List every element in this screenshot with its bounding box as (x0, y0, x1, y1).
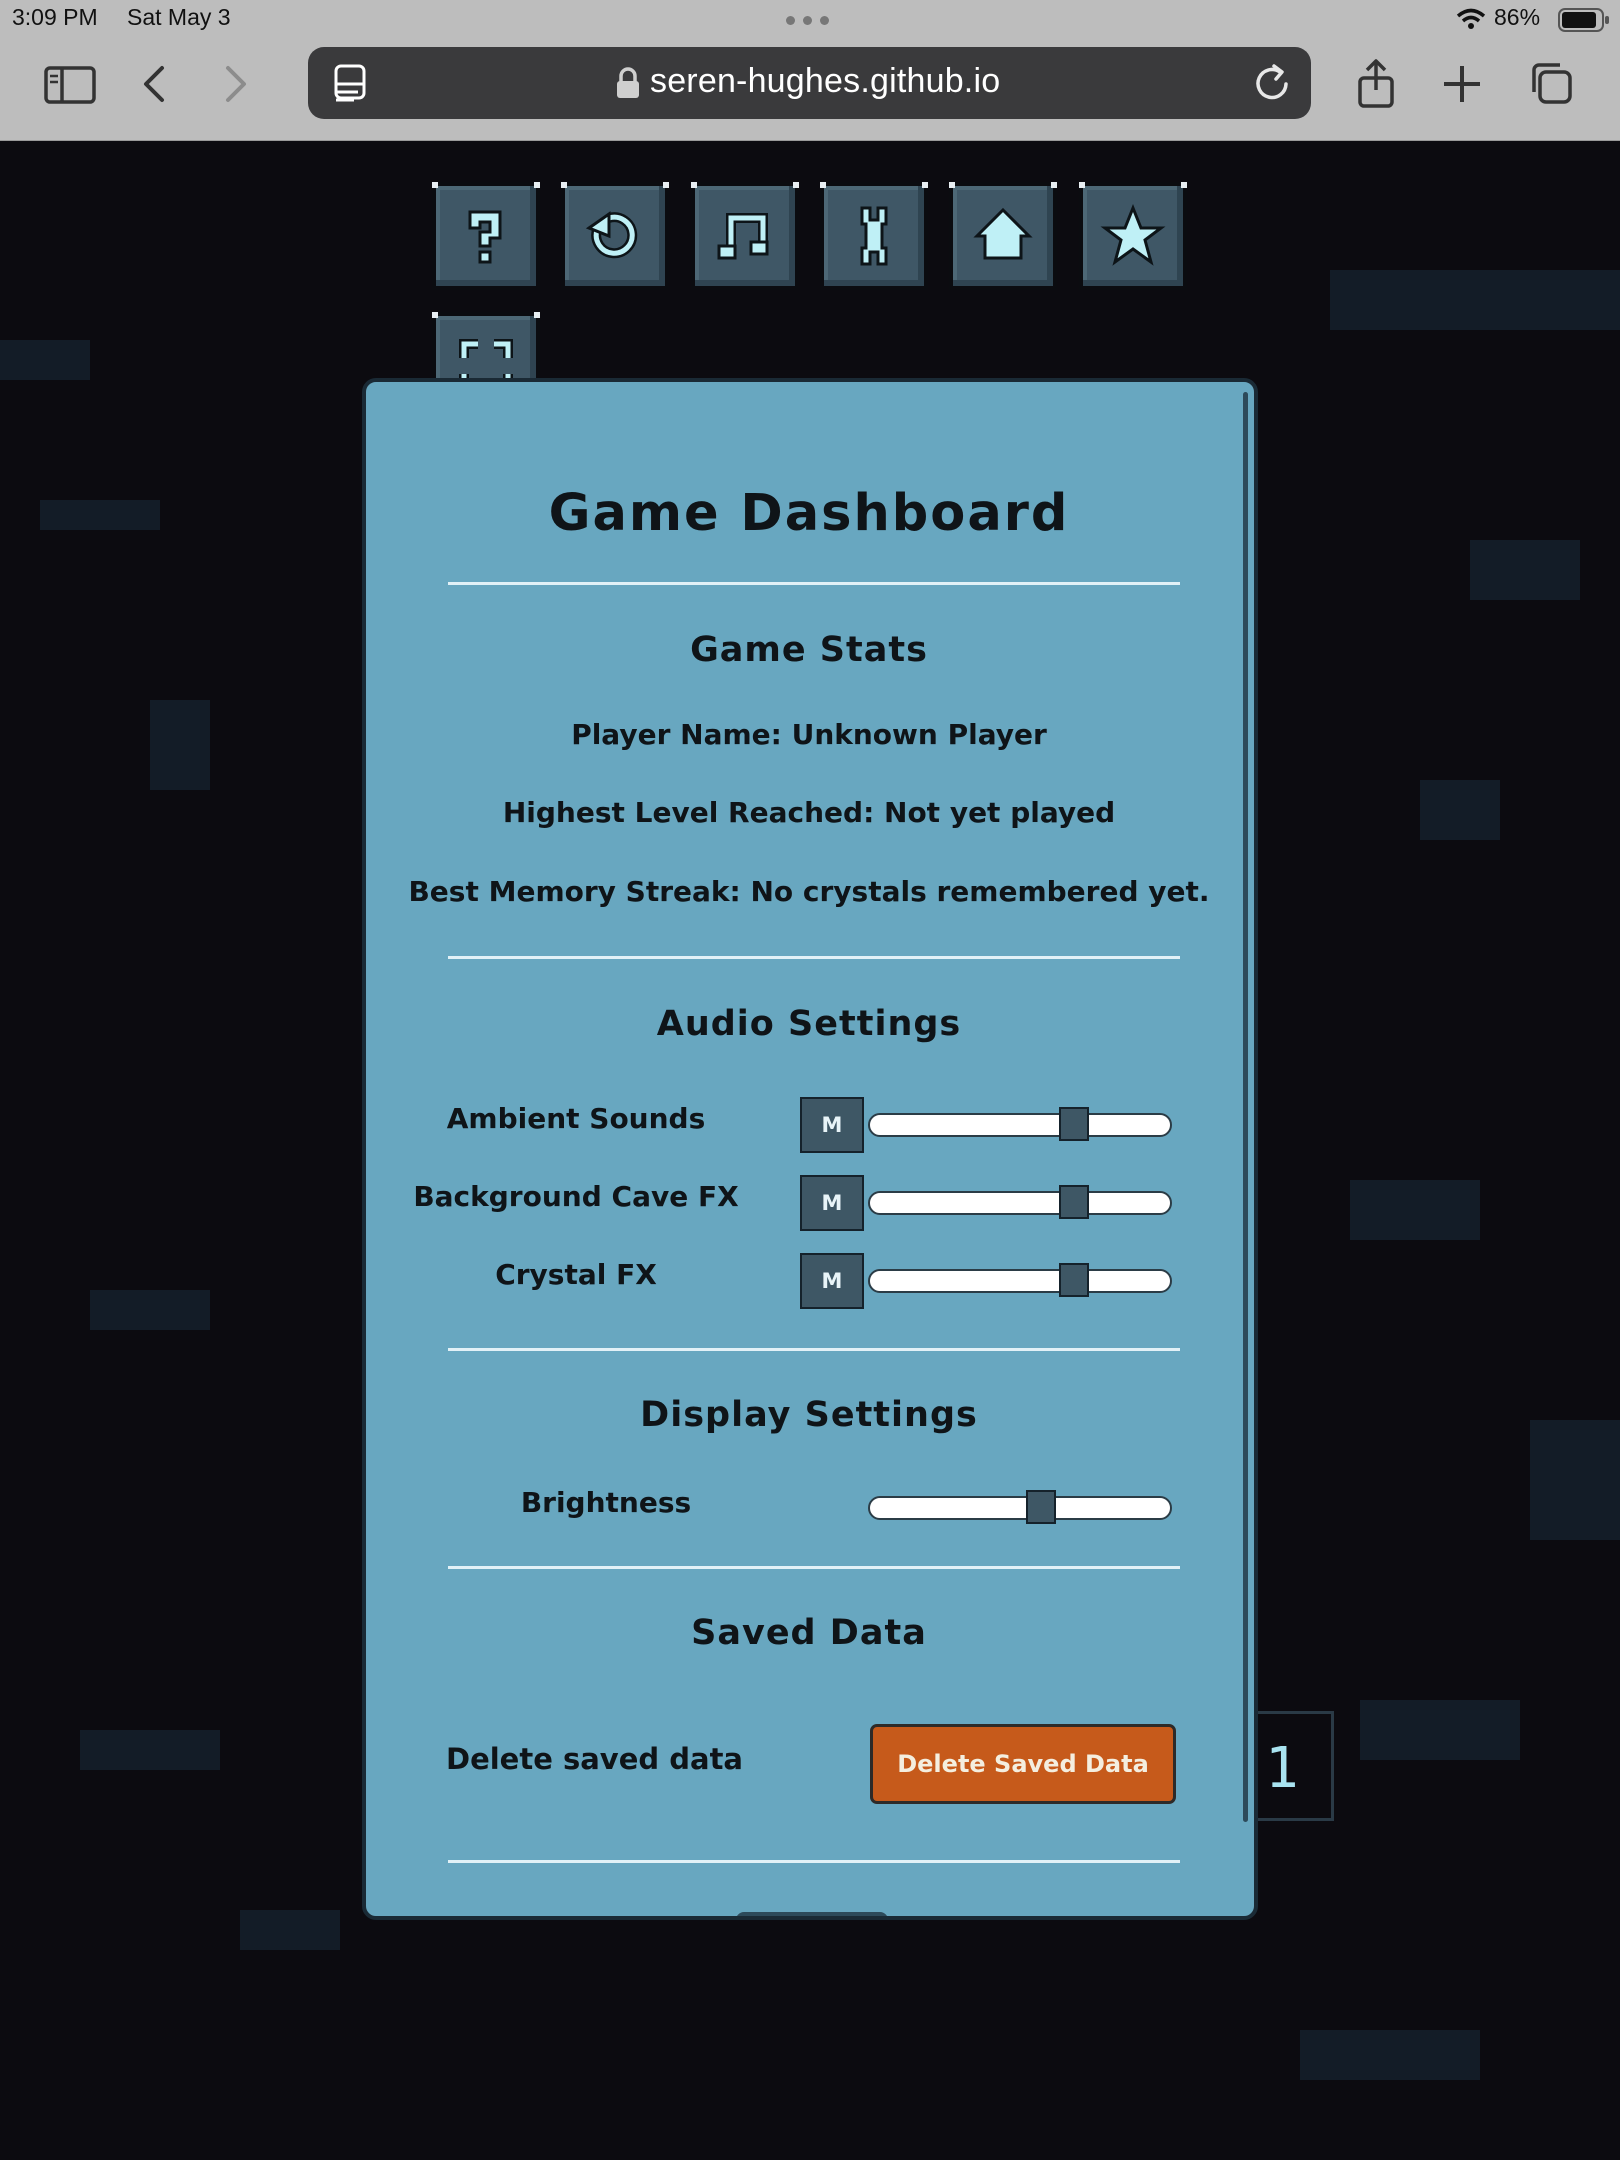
brightness-label: Brightness (520, 1486, 692, 1519)
divider (448, 1860, 1180, 1863)
star-icon (1100, 203, 1166, 266)
wrench-icon (860, 206, 888, 266)
crystal-fx-slider-thumb[interactable] (1059, 1263, 1089, 1297)
home-button[interactable] (949, 182, 1057, 290)
url-text[interactable]: seren-hughes.github.io (650, 62, 1000, 101)
level-counter-value: 1 (1265, 1736, 1299, 1801)
brightness-slider[interactable] (868, 1490, 1172, 1524)
battery-percentage: 86% (1494, 4, 1541, 30)
forward-icon[interactable] (206, 56, 262, 112)
background-cave-fx-slider-thumb[interactable] (1059, 1185, 1089, 1219)
music-button[interactable] (691, 182, 799, 290)
help-button[interactable] (432, 182, 540, 290)
back-icon[interactable] (128, 56, 184, 112)
crystal-fx-label: Crystal FX (495, 1258, 657, 1291)
crystal-fx-slider[interactable] (868, 1263, 1172, 1297)
battery-icon (1558, 8, 1609, 32)
delete-saved-data-button[interactable]: Delete Saved Data (870, 1724, 1176, 1804)
delete-saved-data-label: Delete saved data (446, 1742, 743, 1776)
background-cave-fx-slider[interactable] (868, 1185, 1172, 1219)
restart-icon (585, 211, 638, 259)
display-settings-heading: Display Settings (640, 1395, 978, 1435)
ambient-sounds-slider-thumb[interactable] (1059, 1107, 1089, 1141)
achievements-button[interactable] (1079, 182, 1187, 290)
wifi-icon (1456, 8, 1486, 29)
music-icon (717, 213, 769, 260)
brightness-slider-thumb[interactable] (1026, 1490, 1056, 1524)
game-dashboard-panel: Game Dashboard Game Stats Player Name: U… (362, 378, 1258, 1920)
background-cave-fx-mute-button[interactable]: M (800, 1175, 864, 1231)
ambient-sounds-label: Ambient Sounds (446, 1102, 706, 1135)
browser-chrome: 3:09 PM Sat May 3 86% seren-hughes.githu… (0, 0, 1620, 141)
share-icon[interactable] (1348, 56, 1404, 112)
divider (448, 582, 1180, 585)
highest-level-stat: Highest Level Reached: Not yet played (502, 796, 1116, 829)
background-cave-fx-label: Background Cave FX (413, 1180, 739, 1213)
tab-overview-icon[interactable] (322, 56, 378, 112)
ambient-sounds-slider[interactable] (868, 1107, 1172, 1141)
ambient-sounds-mute-button[interactable]: M (800, 1097, 864, 1153)
panel-drag-handle[interactable] (736, 1912, 888, 1916)
lock-icon (617, 67, 639, 98)
panel-scrollbar[interactable] (1243, 392, 1248, 1822)
status-date: Sat May 3 (127, 4, 231, 30)
player-name-stat: Player Name: Unknown Player (571, 718, 1047, 751)
reload-icon[interactable] (1246, 56, 1302, 112)
dashboard-title: Game Dashboard (548, 484, 1070, 543)
status-time: 3:09 PM (12, 4, 98, 30)
divider (448, 1566, 1180, 1569)
best-streak-stat: Best Memory Streak: No crystals remember… (408, 875, 1210, 908)
audio-settings-heading: Audio Settings (656, 1004, 962, 1044)
saved-data-heading: Saved Data (691, 1613, 927, 1653)
multitasking-dots-icon[interactable] (786, 16, 832, 26)
new-tab-icon[interactable] (1434, 56, 1490, 112)
settings-button[interactable] (820, 182, 928, 290)
game-stats-heading: Game Stats (690, 630, 928, 670)
restart-button[interactable] (561, 182, 669, 290)
help-icon (468, 210, 502, 264)
tabs-icon[interactable] (1524, 56, 1580, 112)
crystal-fx-mute-button[interactable]: M (800, 1253, 864, 1309)
divider (448, 956, 1180, 959)
divider (448, 1348, 1180, 1351)
home-icon (973, 207, 1033, 260)
sidebar-icon[interactable] (42, 56, 98, 112)
